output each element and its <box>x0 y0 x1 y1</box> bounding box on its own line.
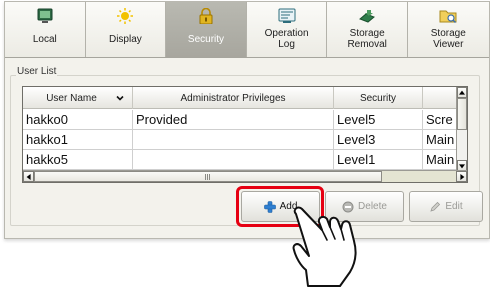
column-user-name-label: User Name <box>46 92 97 104</box>
table-row[interactable]: hakko1 Level3 Main <box>23 130 459 150</box>
arrow-left-icon <box>26 173 31 180</box>
tab-storage-removal-label: Storage Removal <box>347 28 387 50</box>
padlock-icon <box>199 8 213 24</box>
horizontal-scroll-thumb[interactable] <box>34 171 382 182</box>
log-icon <box>278 8 296 23</box>
tab-security-label: Security <box>187 33 225 45</box>
user-list-title: User List <box>16 66 58 77</box>
monitor-icon <box>37 8 53 23</box>
table-header: User Name Administrator Privileges Secur… <box>23 87 459 109</box>
sun-icon <box>117 8 134 24</box>
user-table: User Name Administrator Privileges Secur… <box>22 86 468 183</box>
tab-storage-viewer-label: Storage Viewer <box>430 28 466 50</box>
table-row[interactable]: hakko5 Level1 Main <box>23 150 459 170</box>
cell-user-name: hakko0 <box>23 110 133 130</box>
scroll-left-button[interactable] <box>23 171 34 182</box>
cell-extra: Main <box>426 132 455 147</box>
cell-admin-privileges <box>133 130 334 150</box>
arrow-up-icon <box>459 90 465 95</box>
tab-operation-log[interactable]: Operation Log <box>246 2 328 57</box>
arrow-right-icon <box>459 173 464 180</box>
tab-operation-log-label: Operation Log <box>264 28 309 50</box>
folder-icon <box>439 10 457 24</box>
edit-button-label: Edit <box>445 201 463 212</box>
cell-security: Level3 <box>334 130 423 150</box>
scroll-right-button[interactable] <box>456 171 467 182</box>
cell-extra: Main <box>426 152 455 167</box>
scroll-up-button[interactable] <box>457 87 467 98</box>
settings-tabbar: Local Display Security Operation Log Sto… <box>5 2 489 58</box>
tab-local-label: Local <box>32 33 57 45</box>
storage-icon <box>359 10 376 23</box>
cell-admin-privileges: Provided <box>133 110 334 130</box>
column-extra[interactable] <box>423 87 459 109</box>
vertical-scrollbar[interactable] <box>456 87 467 171</box>
arrow-down-icon <box>459 163 465 168</box>
tab-local[interactable]: Local <box>5 2 86 57</box>
chevron-down-icon <box>116 95 124 101</box>
vertical-scroll-thumb[interactable] <box>457 98 467 130</box>
tab-display-label: Display <box>108 33 142 45</box>
table-row[interactable]: hakko0 Provided Level5 Scre <box>23 110 459 130</box>
edit-button[interactable]: Edit <box>409 191 483 222</box>
cell-security: Level5 <box>334 110 423 130</box>
tab-security[interactable]: Security <box>166 2 247 57</box>
pencil-icon <box>430 201 441 212</box>
tab-storage-removal[interactable]: Storage Removal <box>327 2 408 57</box>
cell-security: Level1 <box>334 150 423 170</box>
cell-extra: Scre <box>426 112 453 127</box>
column-user-name[interactable]: User Name <box>23 87 133 109</box>
tab-storage-viewer[interactable]: Storage Viewer <box>407 2 489 57</box>
column-security[interactable]: Security <box>334 87 423 109</box>
grip-icon <box>205 174 211 180</box>
pointing-hand-icon <box>292 206 357 287</box>
cell-user-name: hakko5 <box>23 150 133 170</box>
column-admin-privileges[interactable]: Administrator Privileges <box>133 87 334 109</box>
cell-user-name: hakko1 <box>23 130 133 150</box>
plus-icon <box>263 200 276 213</box>
tab-display[interactable]: Display <box>85 2 167 57</box>
cell-admin-privileges <box>133 150 334 170</box>
horizontal-scrollbar[interactable] <box>23 170 467 182</box>
table-body: hakko0 Provided Level5 Scre hakko1 Level… <box>23 110 459 170</box>
